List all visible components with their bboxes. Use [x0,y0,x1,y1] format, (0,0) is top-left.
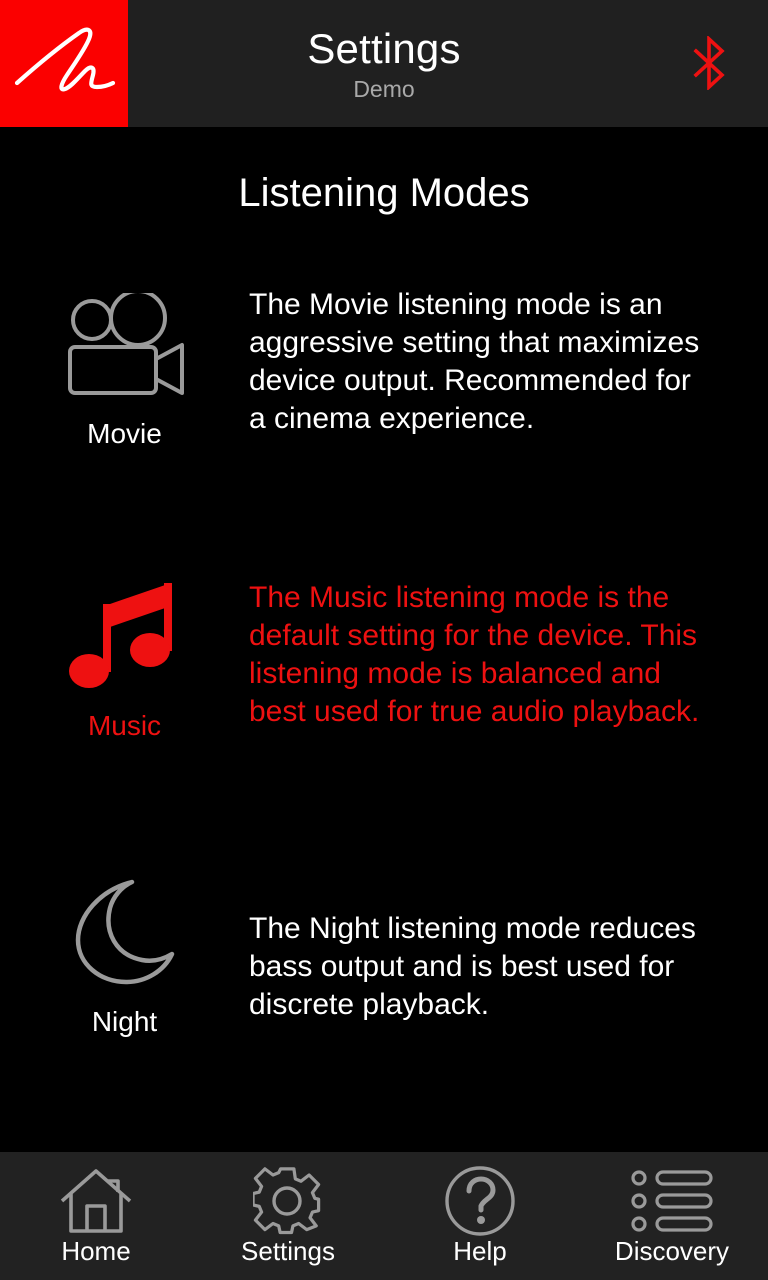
listening-mode-night[interactable]: Night The Night listening mode reduces b… [0,870,768,1152]
listening-mode-movie[interactable]: Movie The Movie listening mode is an agg… [0,278,768,574]
music-description: The Music listening mode is the default … [249,581,700,728]
nav-item-home[interactable]: Home [0,1152,192,1280]
nav-item-settings[interactable]: Settings [192,1152,384,1280]
page-header-subtitle: Demo [353,75,415,102]
page-title: Listening Modes [238,171,530,215]
night-description: The Night listening mode reduces bass ou… [249,912,696,1021]
music-label: Music [87,710,162,741]
nav-item-discovery[interactable]: Discovery [576,1152,768,1280]
movie-camera-icon [64,284,186,404]
nav-label-home: Home [61,1236,131,1266]
bottom-navigation-bar: Home Settings Help Discovery [0,1152,768,1280]
crescent-moon-icon [70,872,180,992]
nav-label-discovery: Discovery [614,1236,730,1266]
movie-description: The Movie listening mode is an aggressiv… [249,288,700,435]
movie-label: Movie [87,418,162,449]
brand-logo-tile[interactable] [0,0,128,127]
main-content: Listening Modes Movie The Movie listenin… [0,127,768,1152]
music-note-icon [68,576,181,696]
bulleted-list-icon [631,1168,713,1234]
nav-label-help: Help [453,1236,507,1266]
page-header-title: Settings [307,24,461,72]
brand-script-m-logo [9,21,119,107]
gear-icon [253,1167,323,1235]
bluetooth-icon[interactable] [692,34,726,92]
listening-modes-list: Movie The Movie listening mode is an agg… [0,278,768,1152]
movie-icon-column: Movie [0,278,249,450]
nav-label-settings: Settings [241,1236,335,1266]
app-root: Settings Demo Listening Modes Movie The … [0,0,768,1280]
music-icon-column: Music [0,574,249,742]
app-header: Settings Demo [0,0,768,127]
nav-item-help[interactable]: Help [384,1152,576,1280]
home-icon [60,1168,132,1234]
listening-mode-music[interactable]: Music The Music listening mode is the de… [0,574,768,870]
question-mark-circle-icon [444,1166,516,1236]
night-label: Night [91,1006,158,1037]
night-icon-column: Night [0,870,249,1038]
